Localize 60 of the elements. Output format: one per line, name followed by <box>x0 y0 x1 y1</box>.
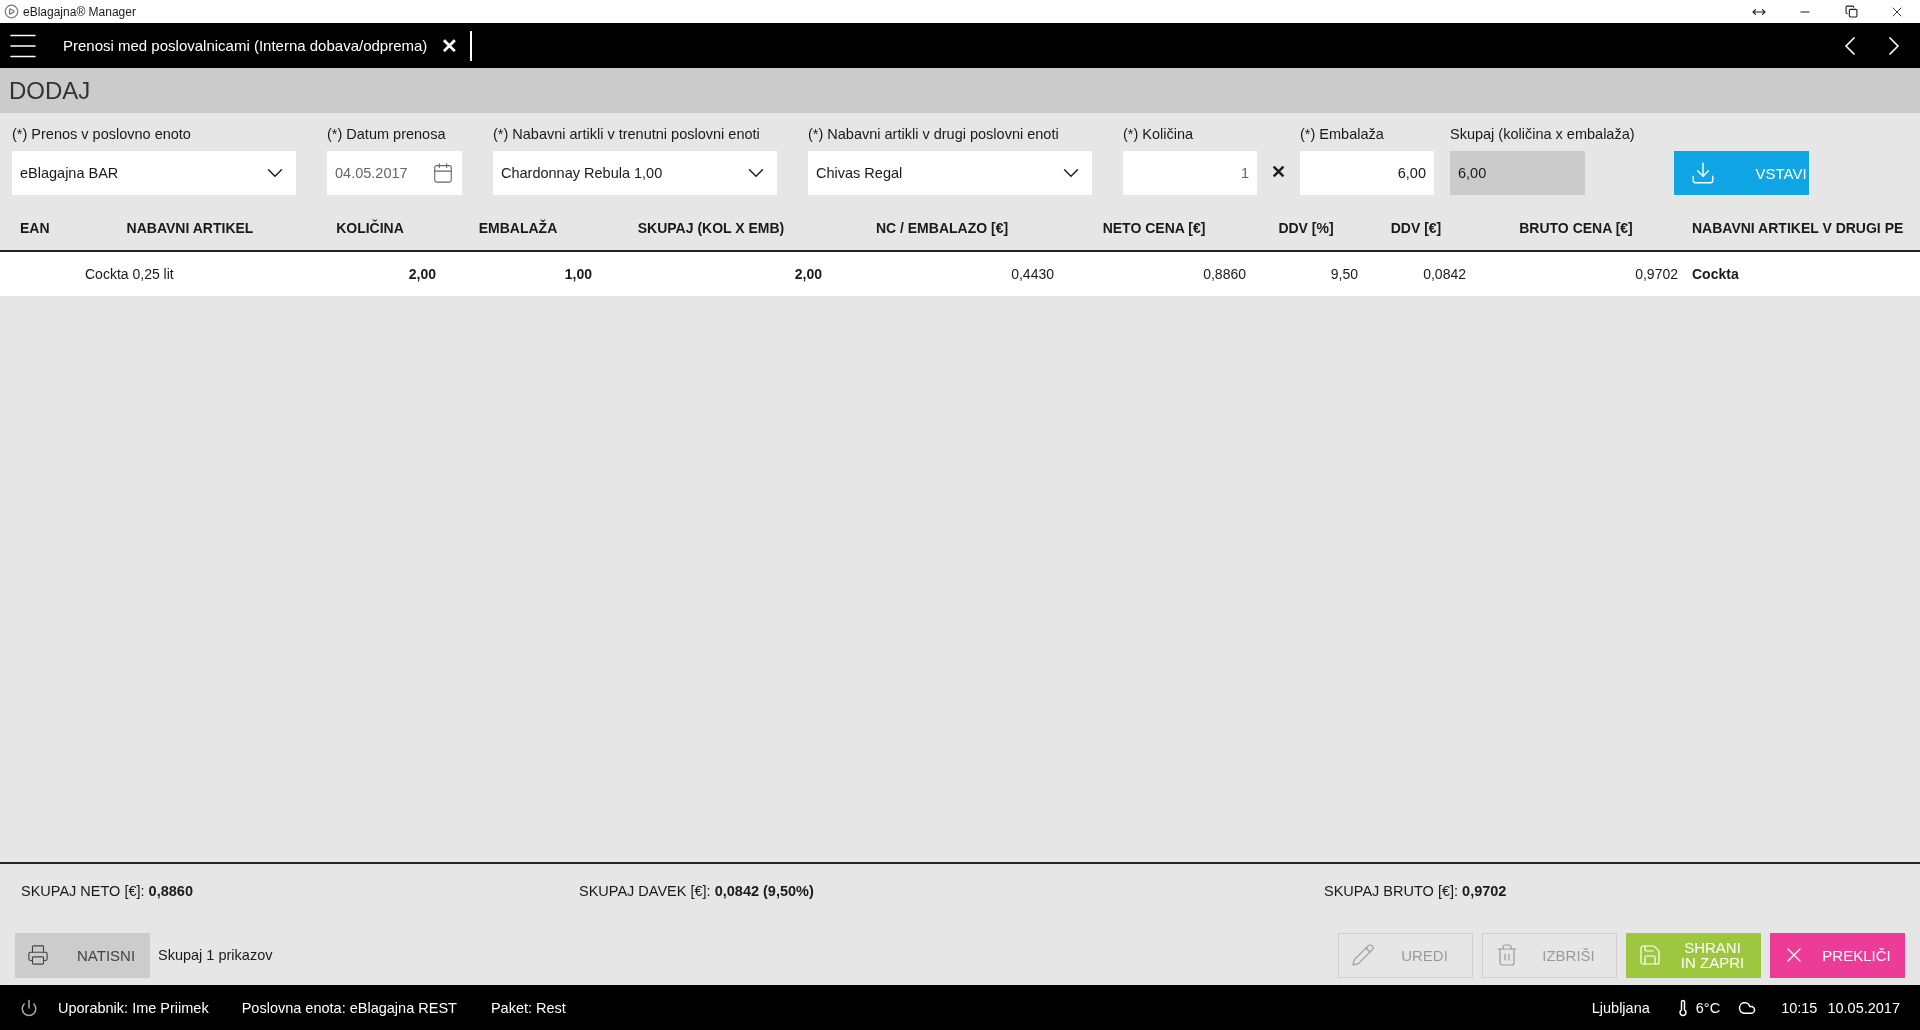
column-header[interactable]: NC / EMBALAZO [€] <box>826 219 1058 236</box>
power-icon[interactable] <box>20 998 38 1017</box>
city-text: Ljubljana <box>1591 999 1650 1016</box>
table-cell-text: 2,00 <box>793 266 823 282</box>
multiply-sign: ✕ <box>1271 161 1286 183</box>
column-header[interactable]: EMBALAŽA <box>440 219 596 236</box>
cancel-button[interactable]: PREKLIČI <box>1770 932 1905 978</box>
package-text: Paket: Rest <box>490 999 566 1016</box>
field-label: (*) Nabavni artikli v trenutni poslovni enoti <box>493 126 760 142</box>
temperature-text: 6°C <box>1695 999 1721 1016</box>
total-text: SKUPAJ BRUTO [€]: 0,9702 <box>1324 883 1508 901</box>
record-count: Skupaj 1 prikazov <box>158 947 274 963</box>
calendar-icon <box>432 162 454 184</box>
column-header[interactable]: BRUTO CENA [€] <box>1470 219 1682 236</box>
column-header[interactable]: NETO CENA [€] <box>1058 219 1250 236</box>
table-cell-text: 0,0842 <box>1422 266 1467 282</box>
dropdown-field[interactable]: Chivas Regal <box>808 151 1092 195</box>
field-label: (*) Datum prenosa <box>327 126 446 142</box>
table-cell-text: 2,00 <box>407 266 437 282</box>
restore-icon[interactable] <box>1844 5 1858 18</box>
input-field[interactable]: 1 <box>1123 151 1257 195</box>
column-header[interactable]: EAN <box>0 219 80 236</box>
user-text: Uporabnik: Ime Priimek <box>58 999 209 1016</box>
dropdown-field[interactable]: eBlagajna BAR <box>12 151 296 195</box>
input-field[interactable]: 6,00 <box>1300 151 1434 195</box>
date-field[interactable]: 04.05.2017 <box>327 151 462 195</box>
dropdown-field[interactable]: Chardonnay Rebula 1,00 <box>493 151 777 195</box>
table-cell-text: 0,4430 <box>1010 266 1055 282</box>
field-label: (*) Nabavni artikli v drugi poslovni enoti <box>808 126 1059 142</box>
total-text: SKUPAJ DAVEK [€]: 0,0842 (9,50%) <box>579 883 815 901</box>
column-header[interactable]: NABAVNI ARTIKEL <box>80 219 300 236</box>
business-unit-text: Poslovna enota: eBlagajna REST <box>241 999 457 1016</box>
column-header[interactable]: SKUPAJ (KOL X EMB) <box>596 219 826 236</box>
column-header[interactable]: DDV [%] <box>1250 219 1362 236</box>
table-cell-text: 1,00 <box>563 266 593 282</box>
print-button[interactable]: NATISNI <box>15 932 150 978</box>
printer-icon <box>27 944 49 966</box>
readonly-field: 6,00 <box>1450 151 1585 195</box>
table-cell-text: Cockta 0,25 lit <box>84 266 175 282</box>
pencil-icon <box>1351 943 1375 967</box>
window-title: eBlagajna® Manager <box>23 4 137 19</box>
field-label: (*) Količina <box>1123 126 1194 142</box>
page-title: Prenosi med poslovalnicami (Interna dobava/odprema) <box>63 37 428 54</box>
trash-icon <box>1495 943 1519 967</box>
app-logo-icon <box>4 4 19 19</box>
column-header[interactable]: DDV [€] <box>1362 219 1470 236</box>
date-text: 10.05.2017 <box>1827 999 1900 1016</box>
field-label: (*) Prenos v poslovno enoto <box>12 126 191 142</box>
table-cell-text: 0,8860 <box>1202 266 1247 282</box>
column-header[interactable]: KOLIČINA <box>300 219 440 236</box>
field-label: (*) Embalaža <box>1300 126 1384 142</box>
table-cell-text: 9,50 <box>1329 266 1359 282</box>
total-text: SKUPAJ NETO [€]: 0,8860 <box>21 883 194 901</box>
field-label: Skupaj (količina x embalaža) <box>1450 126 1635 142</box>
table-cell-text: 0,9702 <box>1634 266 1679 282</box>
time-text: 10:15 <box>1781 999 1818 1016</box>
column-header[interactable]: NABAVNI ARTIKEL V DRUGI PE <box>1682 219 1920 236</box>
close-tab-button[interactable]: ✕ <box>441 33 459 58</box>
section-title: DODAJ <box>0 68 1920 113</box>
table-cell-text: Cockta <box>1691 266 1740 282</box>
